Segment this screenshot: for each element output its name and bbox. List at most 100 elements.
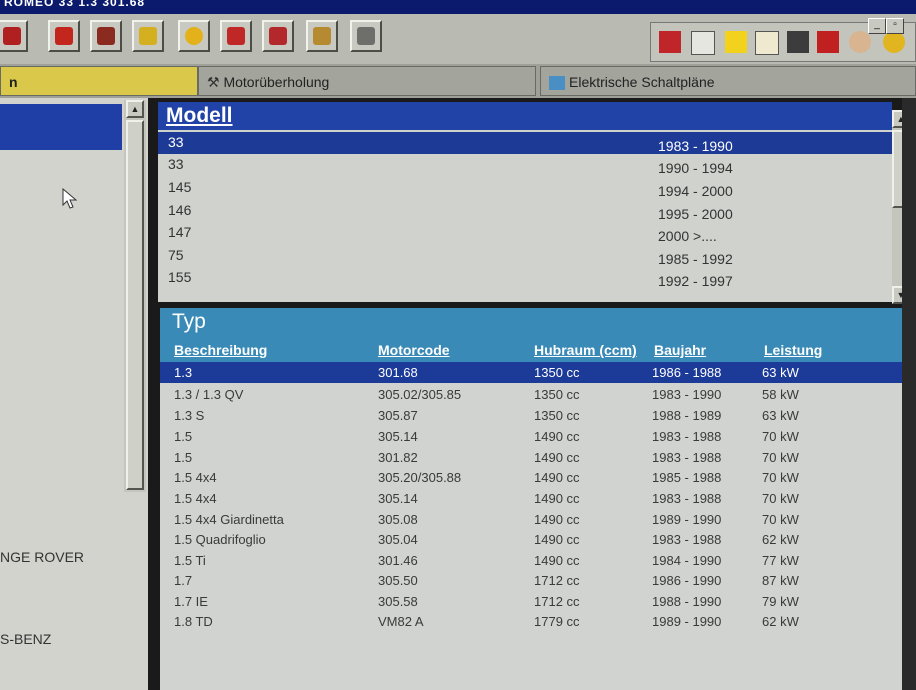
cell-hubraum: 1490 cc	[534, 512, 580, 527]
cell-motorcode: 301.68	[378, 365, 418, 380]
typ-title: Typ	[172, 310, 206, 333]
window-title: ROMEO 33 1.3 301.68	[4, 0, 146, 9]
cell-baujahr: 1983 - 1988	[652, 429, 722, 444]
column-header-beschreibung[interactable]: Beschreibung	[174, 342, 267, 358]
cell-baujahr: 1986 - 1988	[652, 365, 722, 380]
wrench-icon: ⚒	[207, 74, 224, 90]
transmission-button[interactable]	[262, 20, 294, 52]
car-lift-icon	[55, 27, 73, 45]
table-row[interactable]: 1.7 IE 305.58 1712 cc 1988 - 1990 79 kW	[160, 591, 902, 612]
clock-button[interactable]	[178, 20, 210, 52]
list-item-selected[interactable]	[0, 104, 122, 150]
column-header-hubraum[interactable]: Hubraum (ccm)	[534, 342, 637, 358]
column-header-leistung[interactable]: Leistung	[764, 342, 822, 358]
scroll-up-button[interactable]: ▲	[126, 100, 144, 118]
cell-beschreibung: 1.7 IE	[174, 594, 208, 609]
documents-icon[interactable]	[755, 31, 779, 55]
table-row[interactable]: 1.7 305.50 1712 cc 1986 - 1990 87 kW	[160, 570, 902, 591]
title-bar: ROMEO 33 1.3 301.68	[0, 0, 916, 14]
cell-baujahr: 1983 - 1988	[652, 532, 722, 547]
cell-beschreibung: 1.3	[174, 365, 193, 380]
scroll-thumb[interactable]	[126, 120, 144, 490]
cell-leistung: 63 kW	[762, 365, 799, 380]
cell-leistung: 70 kW	[762, 512, 799, 527]
modell-row[interactable]: 147 2000 >....	[158, 222, 892, 244]
minimize-button[interactable]: _	[868, 18, 886, 34]
list-item[interactable]: S-BENZ	[0, 631, 51, 647]
gears-button[interactable]	[306, 20, 338, 52]
cell-beschreibung: 1.5 Ti	[174, 553, 206, 568]
diagnostic-button[interactable]	[350, 20, 382, 52]
car-button[interactable]	[220, 20, 252, 52]
cell-hubraum: 1490 cc	[534, 470, 580, 485]
cell-motorcode: 305.14	[378, 429, 418, 444]
typ-header: Typ Beschreibung Motorcode Hubraum (ccm)…	[160, 308, 902, 364]
cell-baujahr: 1989 - 1990	[652, 512, 722, 527]
modell-row[interactable]: 33 1983 - 1990	[158, 132, 892, 154]
cell-beschreibung: 1.5 4x4	[174, 491, 217, 506]
cell-baujahr: 1985 - 1988	[652, 470, 722, 485]
table-row[interactable]: 1.5 305.14 1490 cc 1983 - 1988 70 kW	[160, 426, 902, 447]
modell-row[interactable]: 33 1990 - 1994	[158, 154, 892, 176]
modell-panel: Modell 33 1983 - 1990 33 1990 - 1994 145 19…	[158, 102, 892, 302]
cell-leistung: 58 kW	[762, 387, 799, 402]
caliper-button[interactable]	[0, 20, 28, 52]
cell-hubraum: 1350 cc	[534, 408, 580, 423]
modell-row[interactable]: 155 1992 - 1997	[158, 267, 892, 289]
car-lift-button[interactable]	[48, 20, 80, 52]
cell-baujahr: 1986 - 1990	[652, 573, 722, 588]
notes-icon[interactable]	[817, 31, 839, 53]
modell-header: Modell	[158, 102, 892, 130]
cell-motorcode: 305.14	[378, 491, 418, 506]
table-row[interactable]: 1.5 301.82 1490 cc 1983 - 1988 70 kW	[160, 447, 902, 468]
cell-motorcode: 305.04	[378, 532, 418, 547]
table-row[interactable]: 1.5 4x4 Giardinetta 305.08 1490 cc 1989 - 1…	[160, 509, 902, 530]
tab-motorueberholung[interactable]: ⚒ Motorüberholung	[198, 66, 536, 96]
table-row[interactable]: 1.8 TD VM82 A 1779 cc 1989 - 1990 62 kW	[160, 611, 902, 632]
cell-motorcode: VM82 A	[378, 614, 424, 629]
table-row[interactable]: 1.3 301.68 1350 cc 1986 - 1988 63 kW	[160, 362, 902, 383]
column-header-baujahr[interactable]: Baujahr	[654, 342, 706, 358]
cell-leistung: 79 kW	[762, 594, 799, 609]
pencil-button[interactable]	[132, 20, 164, 52]
engine-button[interactable]	[90, 20, 122, 52]
cell-leistung: 62 kW	[762, 532, 799, 547]
tab-schaltplaene[interactable]: Elektrische Schaltpläne	[540, 66, 916, 96]
cell-hubraum: 1779 cc	[534, 614, 580, 629]
link-icon[interactable]	[691, 31, 715, 55]
modell-title: Modell	[166, 104, 233, 127]
cell-hubraum: 1350 cc	[534, 387, 580, 402]
cell-leistung: 70 kW	[762, 450, 799, 465]
mechanic-icon[interactable]	[849, 31, 871, 53]
tab-label: n	[9, 74, 18, 90]
cell-hubraum: 1712 cc	[534, 594, 580, 609]
table-row[interactable]: 1.5 Quadrifoglio 305.04 1490 cc 1983 - 1988…	[160, 529, 902, 550]
cell-hubraum: 1490 cc	[534, 450, 580, 465]
modell-row[interactable]: 146 1995 - 2000	[158, 200, 892, 222]
cell-leistung: 63 kW	[762, 408, 799, 423]
modell-row[interactable]: 75 1985 - 1992	[158, 245, 892, 267]
tab-active[interactable]: n	[0, 66, 198, 96]
cell-baujahr: 1988 - 1989	[652, 408, 722, 423]
list-item[interactable]: NGE ROVER	[0, 549, 84, 565]
cell-beschreibung: 1.7	[174, 573, 193, 588]
car-service-icon[interactable]	[659, 31, 681, 53]
mouse-cursor-icon	[62, 188, 78, 209]
cell-beschreibung: 1.5 4x4	[174, 470, 217, 485]
table-row[interactable]: 1.3 / 1.3 QV 305.02/305.85 1350 cc 1983 - 1…	[160, 384, 902, 405]
table-row[interactable]: 1.5 4x4 305.14 1490 cc 1983 - 1988 70 kW	[160, 488, 902, 509]
manual-icon[interactable]	[787, 31, 809, 53]
restore-button[interactable]: ▫	[886, 18, 904, 34]
left-scrollbar[interactable]: ▲	[124, 100, 146, 492]
help-icon[interactable]	[883, 31, 905, 53]
info-icon[interactable]	[725, 31, 747, 53]
modell-row[interactable]: 145 1994 - 2000	[158, 177, 892, 199]
schematic-icon	[549, 76, 565, 91]
cell-motorcode: 305.02/305.85	[378, 387, 462, 402]
column-header-motorcode[interactable]: Motorcode	[378, 342, 450, 358]
table-row[interactable]: 1.5 4x4 305.20/305.88 1490 cc 1985 - 1988 70…	[160, 467, 902, 488]
table-row[interactable]: 1.3 S 305.87 1350 cc 1988 - 1989 63 kW	[160, 405, 902, 426]
clock-icon	[185, 27, 203, 45]
table-row[interactable]: 1.5 Ti 301.46 1490 cc 1984 - 1990 77 kW	[160, 550, 902, 571]
cell-beschreibung: 1.5 Quadrifoglio	[174, 532, 266, 547]
